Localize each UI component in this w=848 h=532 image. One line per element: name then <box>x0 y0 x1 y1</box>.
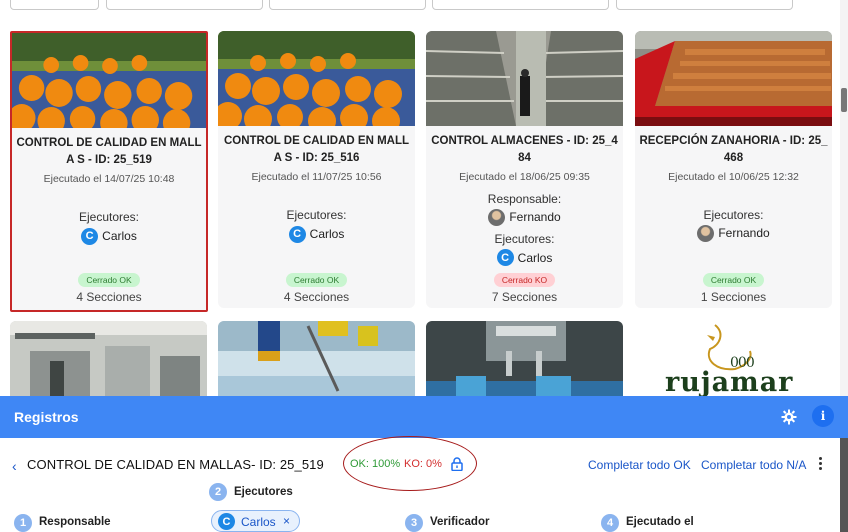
step-label-verifier: Verificador <box>430 516 490 528</box>
executor: C Carlos <box>288 225 345 243</box>
scrollbar-track[interactable] <box>840 0 848 396</box>
card-date: Ejecutado el 18/06/25 09:35 <box>459 171 590 183</box>
chevron-left-icon[interactable]: ‹ <box>12 458 17 474</box>
executors-label: Ejecutores: <box>286 208 347 222</box>
panel-header-edge <box>840 396 848 438</box>
card-title: CONTROL DE CALIDAD EN MALLA S - ID: 25_5… <box>16 137 202 166</box>
card-image-oranges <box>218 31 415 126</box>
executor-name: Carlos <box>102 229 137 243</box>
executors-label: Ejecutores: <box>78 210 140 224</box>
card-image-carrots <box>635 31 832 126</box>
app-page: CONTROL DE CALIDAD EN MALLA S - ID: 25_5… <box>0 0 848 532</box>
step-label-responsible: Responsable <box>39 516 111 528</box>
scrollbar-thumb[interactable] <box>841 88 847 112</box>
record-card[interactable]: CONTROL DE CALIDAD EN MALLA S - ID: 25_5… <box>218 31 415 308</box>
step-number: 2 <box>209 483 227 501</box>
executor-chip-name: Carlos <box>241 515 276 529</box>
executors-label: Ejecutores: <box>494 231 555 246</box>
executor-chip[interactable]: C Carlos × <box>211 510 300 532</box>
panel-title: Registros <box>14 409 79 425</box>
user-photo-icon <box>697 224 715 242</box>
complete-all-ok-link[interactable]: Completar todo OK <box>588 458 691 472</box>
filter-field[interactable] <box>106 0 263 10</box>
close-icon[interactable]: × <box>283 514 290 528</box>
status-badge: Cerrado KO <box>493 273 556 287</box>
filter-field[interactable] <box>616 0 793 10</box>
card-image-warehouse <box>426 31 623 126</box>
complete-all-na-link[interactable]: Completar todo N/A <box>701 458 806 472</box>
user-avatar-icon: C <box>496 249 514 266</box>
card-date: Ejecutado el 10/06/25 12:32 <box>668 171 799 183</box>
record-card[interactable]: CONTROL DE CALIDAD EN MALLA S - ID: 25_5… <box>10 31 208 312</box>
executor-name: Fernando <box>718 226 770 240</box>
step-number: 3 <box>405 514 423 532</box>
user-avatar-icon: C <box>288 225 306 243</box>
card-image-oranges <box>12 33 206 128</box>
step-number: 1 <box>14 514 32 532</box>
card-date: Ejecutado el 11/07/25 10:56 <box>251 171 382 183</box>
filter-field[interactable] <box>432 0 609 10</box>
detail-title: CONTROL DE CALIDAD EN MALLAS- ID: 25_519 <box>27 457 324 472</box>
filter-bar <box>0 0 840 10</box>
user-photo-icon <box>488 208 506 226</box>
record-card[interactable]: RECEPCIÓN ZANAHORIA - ID: 25_ 468 Ejecut… <box>635 31 832 308</box>
card-title: CONTROL ALMACENES - ID: 25_4 84 <box>431 135 618 164</box>
status-badge: Cerrado OK <box>78 273 140 287</box>
filter-field[interactable] <box>269 0 426 10</box>
status-badge: Cerrado OK <box>285 273 348 287</box>
gear-icon[interactable] <box>781 409 797 425</box>
step-label-executors: Ejecutores <box>234 486 293 498</box>
executor: Fernando <box>697 224 770 242</box>
status-badge: Cerrado OK <box>702 273 765 287</box>
sections-count: 1 Secciones <box>700 290 767 304</box>
card-title: RECEPCIÓN ZANAHORIA - ID: 25_ 468 <box>639 135 828 164</box>
executor: C Carlos <box>81 227 137 245</box>
responsible: Fernando <box>488 208 561 226</box>
user-avatar-icon: C <box>218 513 235 530</box>
executor-name: Carlos <box>517 250 553 265</box>
step-number: 4 <box>601 514 619 532</box>
info-button[interactable]: i <box>812 405 834 427</box>
annotation-ellipse <box>343 436 477 491</box>
filter-field[interactable] <box>10 0 99 10</box>
record-card[interactable]: CONTROL ALMACENES - ID: 25_4 84 Ejecutad… <box>426 31 623 308</box>
executors-label: Ejecutores: <box>703 208 764 222</box>
executor-name: Carlos <box>309 227 345 241</box>
kebab-menu-icon[interactable] <box>817 456 823 472</box>
card-date: Ejecutado el 14/07/25 10:48 <box>43 173 175 185</box>
card-title: CONTROL DE CALIDAD EN MALLA S - ID: 25_5… <box>223 135 410 164</box>
step-label-executed-on: Ejecutado el <box>626 516 694 528</box>
responsible-label: Responsable: <box>487 192 562 206</box>
sections-count: 7 Secciones <box>491 290 558 304</box>
sections-count: 4 Secciones <box>76 290 142 304</box>
executor: C Carlos <box>496 249 553 267</box>
user-avatar-icon: C <box>81 227 99 245</box>
sections-count: 4 Secciones <box>283 290 350 304</box>
logo-text: rujamar <box>665 367 794 398</box>
responsible-name: Fernando <box>509 210 561 224</box>
panel-header: Registros <box>0 396 840 438</box>
